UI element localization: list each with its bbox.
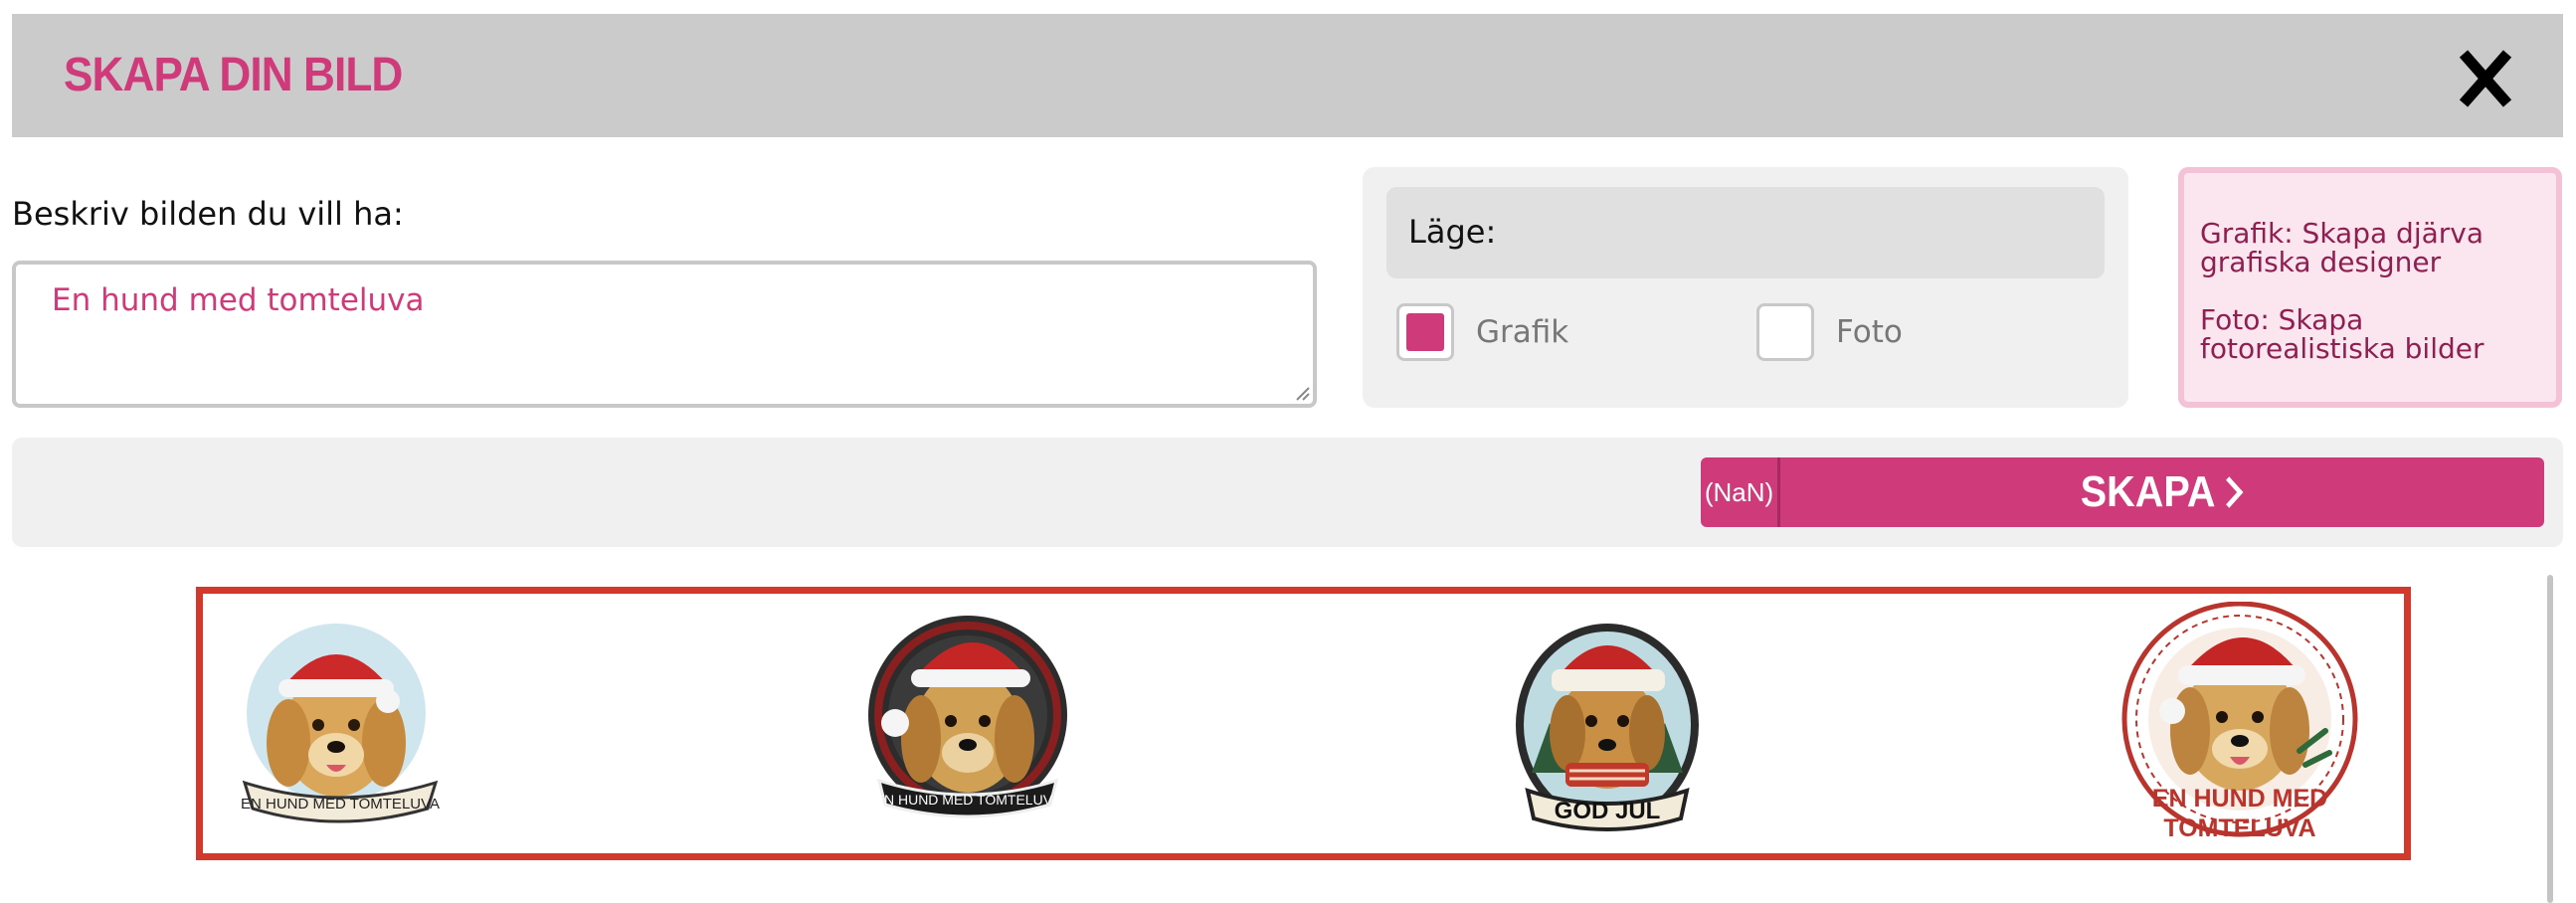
mode-header: Läge: — [1386, 187, 2105, 278]
golden-retriever-santa-hat-scarf-sticker-icon: GOD JUL — [1516, 624, 1699, 831]
mode-info-box: Grafik: Skapa djärva grafiska designer F… — [2178, 167, 2562, 408]
grafik-info-text: Grafik: Skapa djärva grafiska designer — [2200, 217, 2484, 278]
prompt-textarea[interactable] — [16, 265, 1313, 404]
grafik-option-label: Grafik — [1476, 314, 1569, 350]
svg-text:EN HUND MED: EN HUND MED — [2152, 785, 2327, 813]
sticker-caption: EN HUND MED TOMTELUVA — [241, 796, 440, 813]
sticker-caption: GOD JUL — [1555, 798, 1661, 824]
prompt-label: Beskriv bilden du vill ha: — [12, 195, 404, 233]
foto-option-label: Foto — [1836, 314, 1903, 350]
gallery-item[interactable]: EN HUND MED TOMTELUVA — [865, 614, 1070, 822]
gallery-item[interactable]: GOD JUL — [1508, 614, 1707, 836]
grafik-checkbox[interactable] — [1396, 303, 1454, 361]
create-button-label: SKAPA — [2080, 467, 2216, 516]
mode-option-foto[interactable]: Foto — [1756, 302, 1903, 362]
resize-grip-icon[interactable] — [1293, 384, 1311, 402]
modal-title: SKAPA DIN BILD — [64, 49, 403, 101]
scrollbar[interactable] — [2547, 575, 2553, 903]
foto-info-text: Foto: Skapa fotorealistiska bilder — [2200, 303, 2484, 365]
sticker-caption: EN HUND MED TOMTELUVA — [875, 792, 1061, 808]
mode-option-grafik[interactable]: Grafik — [1396, 302, 1568, 362]
mode-panel: Läge: Grafik Foto — [1363, 167, 2128, 408]
gallery-item[interactable]: EN HUND MED TOMTELUVA — [239, 614, 444, 832]
svg-text:TOMTELUVA: TOMTELUVA — [2163, 814, 2315, 842]
cost-label: (NaN) — [1701, 457, 1780, 527]
gallery-item[interactable]: EN HUND MED TOMTELUVA — [2120, 602, 2359, 850]
image-gallery: EN HUND MED TOMTELUVA EN HUND MED TOMTEL… — [196, 587, 2411, 860]
golden-retriever-santa-hat-sticker-icon: EN HUND MED TOMTELUVA — [2121, 602, 2358, 842]
chevron-right-icon — [2226, 476, 2244, 508]
golden-retriever-santa-hat-sticker-icon: EN HUND MED TOMTELUVA — [241, 618, 440, 823]
prompt-textarea-wrapper — [12, 261, 1317, 408]
create-button[interactable]: (NaN) SKAPA — [1701, 457, 2544, 527]
foto-checkbox[interactable] — [1756, 303, 1814, 361]
modal-header: SKAPA DIN BILD — [12, 14, 2563, 137]
close-button[interactable] — [2456, 36, 2515, 115]
close-icon — [2459, 50, 2512, 107]
action-bar: (NaN) SKAPA — [12, 438, 2563, 547]
create-button-content: SKAPA — [1818, 457, 2505, 527]
golden-retriever-santa-hat-sticker-icon: EN HUND MED TOMTELUVA — [868, 616, 1067, 818]
mode-label: Läge: — [1408, 213, 1497, 251]
